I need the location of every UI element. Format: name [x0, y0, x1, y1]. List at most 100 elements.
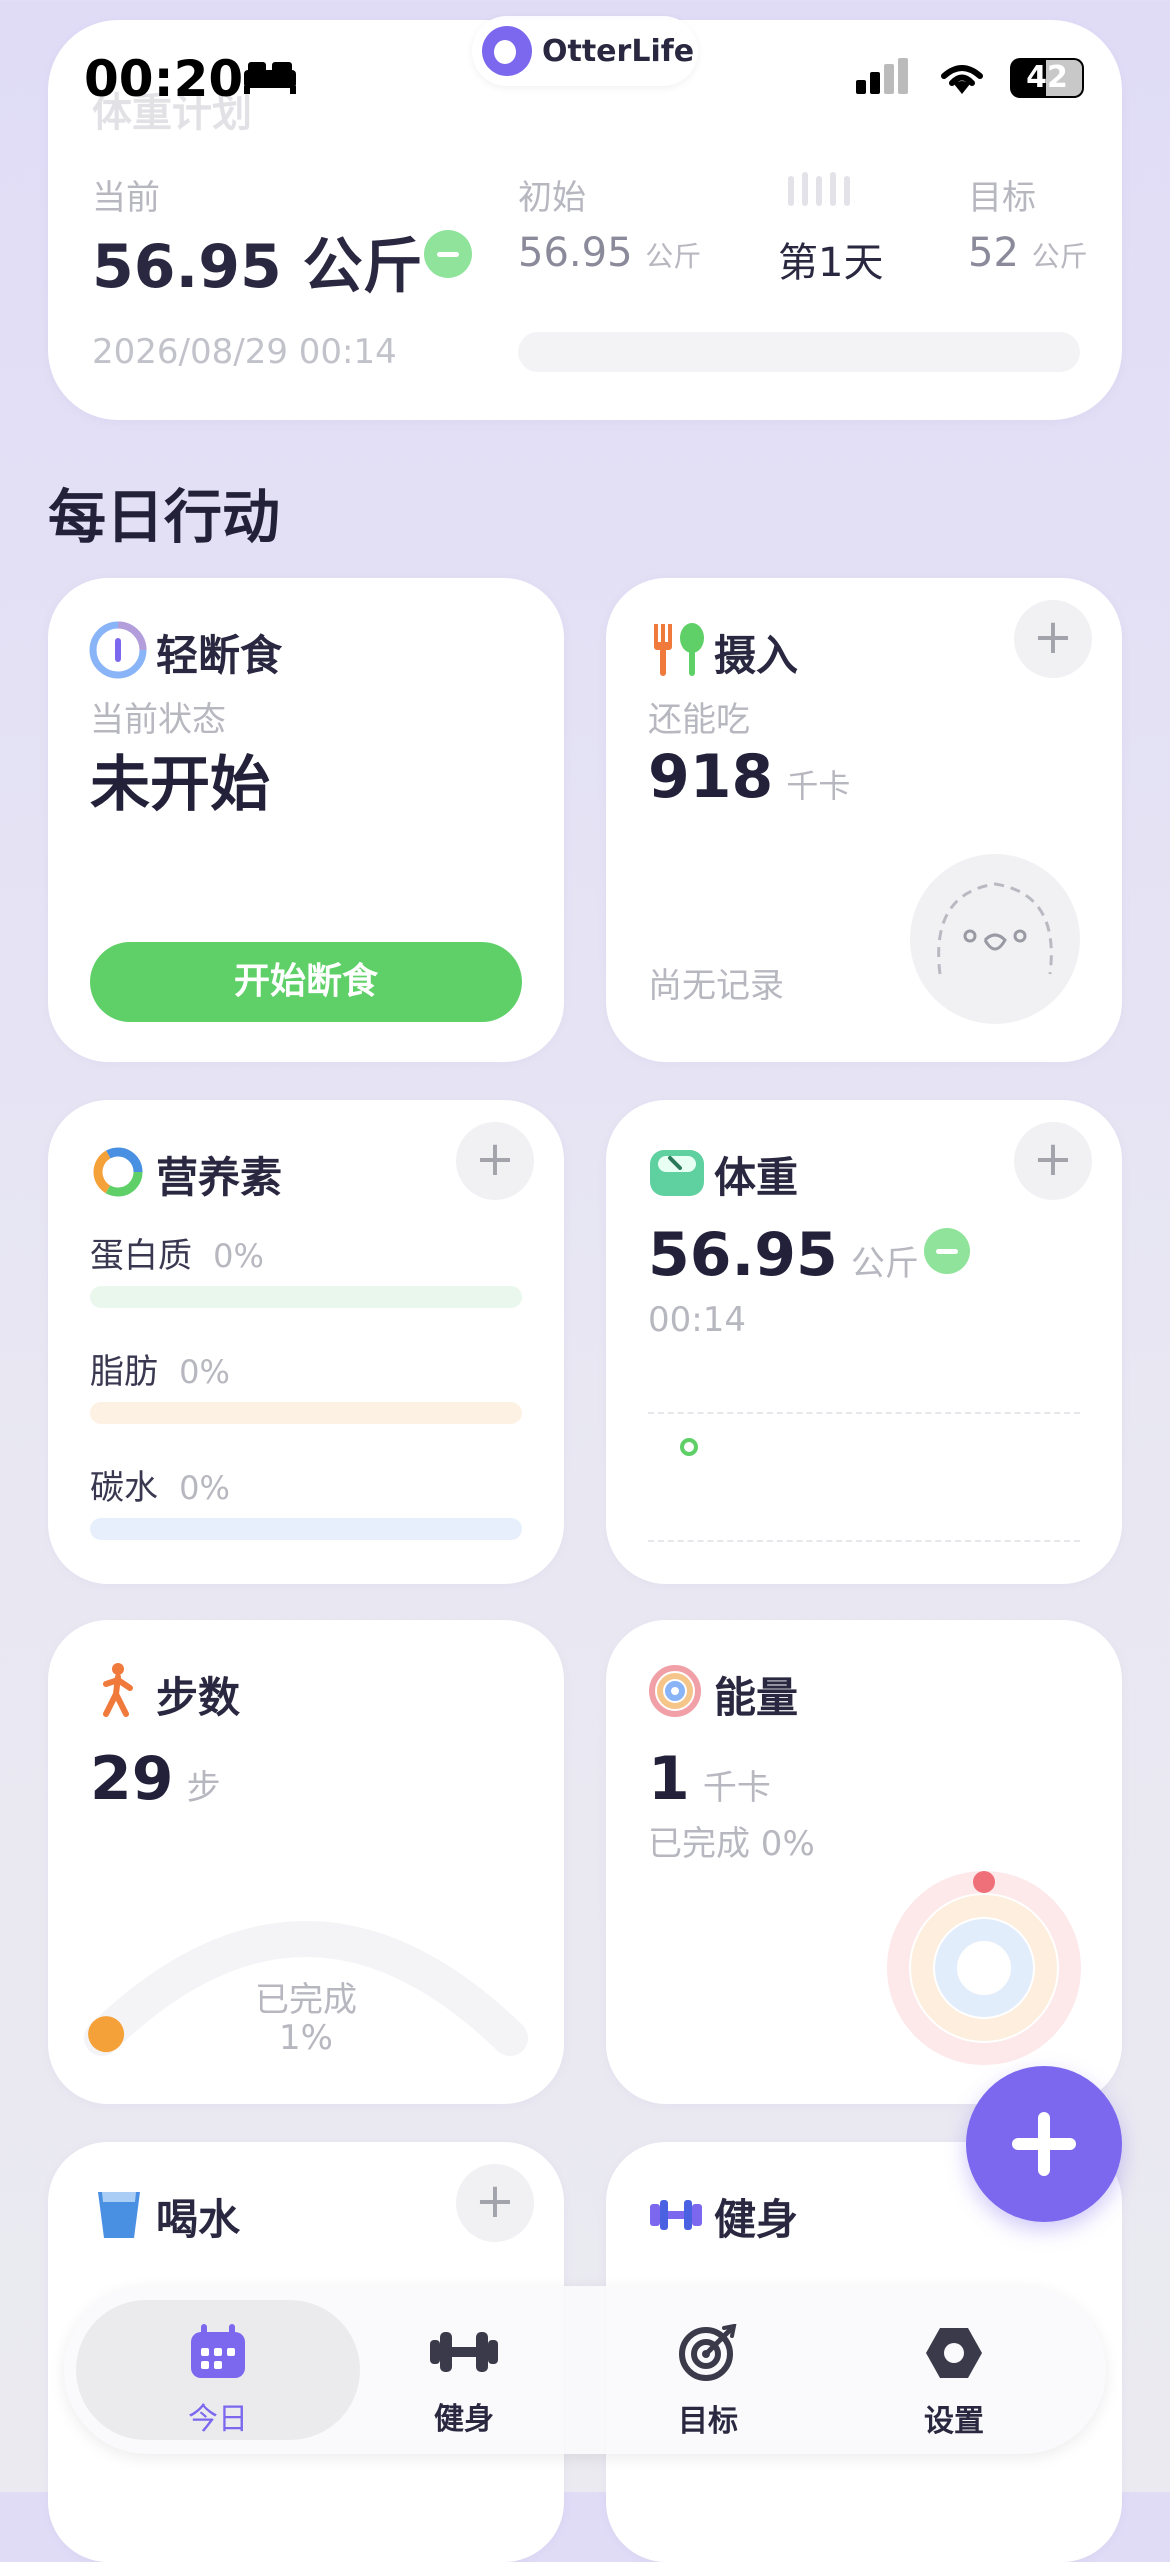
nav-item-settings[interactable]: 设置	[854, 2324, 1054, 2440]
walking-person-icon	[98, 1662, 138, 1722]
otter-logo-icon	[482, 26, 532, 76]
fasting-status-label: 当前状态	[90, 700, 226, 740]
energy-done-text: 已完成 0%	[648, 1824, 815, 1864]
nutrient-row-protein: 蛋白质 0%	[90, 1228, 264, 1277]
battery-icon: 42	[1010, 58, 1084, 98]
weight-value: 56.95	[648, 1220, 838, 1290]
plan-datetime: 2026/08/29 00:14	[92, 332, 397, 372]
initial-value: 56.95	[518, 230, 633, 276]
nav-item-today[interactable]: 今日	[118, 2324, 318, 2438]
nav-label: 设置	[924, 2404, 984, 2439]
fasting-card[interactable]: 轻断食 当前状态 未开始 开始断食	[48, 578, 564, 1062]
wifi-icon	[934, 58, 990, 102]
add-intake-button[interactable]: +	[1014, 600, 1092, 678]
status-time: 00:20	[84, 50, 244, 108]
minus-badge-icon	[424, 230, 472, 278]
fitness-title: 健身	[714, 2195, 799, 2244]
floating-add-button[interactable]	[966, 2066, 1122, 2222]
nav-item-goal[interactable]: 目标	[608, 2323, 808, 2440]
energy-ring-icon	[648, 1664, 702, 1722]
initial-weight: 56.95 公斤	[518, 230, 701, 276]
dumbbell-color-icon	[648, 2198, 704, 2236]
fork-spoon-icon	[648, 620, 708, 684]
energy-card[interactable]: 能量 1 千卡 已完成 0%	[606, 1620, 1122, 2104]
nutrient-percent: 0%	[179, 1353, 230, 1391]
nav-label: 今日	[188, 2402, 248, 2437]
bottom-nav: 今日 健身 目标 设置	[64, 2286, 1106, 2454]
fasting-status-value: 未开始	[90, 750, 270, 820]
app-name: OtterLife	[542, 34, 695, 69]
weight-unit: 公斤	[850, 1244, 919, 1284]
scale-icon	[648, 1144, 706, 1204]
nutrient-donut-icon	[90, 1144, 146, 1204]
weight-chart-point	[680, 1438, 698, 1456]
weight-chart-gridline-bottom	[648, 1540, 1080, 1542]
steps-value: 29	[90, 1744, 174, 1814]
add-nutrient-button[interactable]: +	[456, 1122, 534, 1200]
water-title: 喝水	[156, 2195, 241, 2244]
weight-chart-gridline-top	[648, 1412, 1080, 1414]
intake-title: 摄入	[714, 631, 799, 680]
intake-remain-label: 还能吃	[648, 700, 750, 740]
battery-level: 42	[1026, 60, 1068, 95]
day-bars-icon	[784, 172, 860, 212]
nutrient-percent: 0%	[179, 1469, 230, 1507]
steps-title: 步数	[156, 1673, 241, 1722]
start-fasting-button[interactable]: 开始断食	[90, 942, 522, 1022]
carbs-bar	[90, 1518, 522, 1540]
weight-title: 体重	[714, 1153, 799, 1202]
calendar-icon	[191, 2324, 245, 2378]
intake-value: 918	[648, 742, 774, 812]
empty-mascot-icon	[910, 854, 1080, 1024]
add-weight-button[interactable]: +	[1014, 1122, 1092, 1200]
settings-hex-icon	[926, 2328, 982, 2378]
weight-card[interactable]: 体重 + 56.95 公斤 00:14	[606, 1100, 1122, 1584]
day-count: 第1天	[778, 240, 884, 286]
water-cup-icon	[96, 2188, 142, 2246]
energy-rings-chart	[887, 1871, 1081, 2065]
app-badge[interactable]: OtterLife	[472, 16, 698, 86]
steps-unit: 步	[186, 1768, 221, 1808]
signal-icon	[856, 58, 916, 102]
plan-progress-track	[518, 332, 1080, 372]
initial-label: 初始	[518, 178, 586, 218]
steps-card[interactable]: 步数 29 步 已完成 1%	[48, 1620, 564, 2104]
nutrient-name: 脂肪	[90, 1352, 158, 1392]
current-weight: 56.95 公斤	[92, 232, 423, 302]
intake-card[interactable]: 摄入 + 还能吃 918 千卡 尚无记录	[606, 578, 1122, 1062]
fat-bar	[90, 1402, 522, 1424]
current-label: 当前	[92, 178, 160, 218]
bed-icon	[244, 60, 296, 98]
initial-unit: 公斤	[645, 240, 702, 273]
intake-empty-text: 尚无记录	[648, 966, 784, 1006]
nutrient-row-fat: 脂肪 0%	[90, 1344, 230, 1393]
energy-unit: 千卡	[702, 1768, 771, 1808]
nav-label: 健身	[434, 2402, 494, 2437]
section-title: 每日行动	[48, 483, 281, 551]
nav-label: 目标	[678, 2404, 738, 2439]
energy-value-row: 1 千卡	[648, 1744, 771, 1814]
nav-item-fitness[interactable]: 健身	[364, 2324, 564, 2438]
energy-title: 能量	[714, 1673, 799, 1722]
protein-bar	[90, 1286, 522, 1308]
steps-value-row: 29 步	[90, 1744, 221, 1814]
target-value: 52	[968, 230, 1019, 276]
steps-done-percent: 1%	[279, 2018, 333, 2058]
intake-unit: 千卡	[786, 767, 851, 805]
nutrients-card[interactable]: 营养素 + 蛋白质 0% 脂肪 0% 碳水 0%	[48, 1100, 564, 1584]
add-water-button[interactable]: +	[456, 2164, 534, 2242]
weight-minus-icon	[924, 1228, 970, 1274]
energy-ring-marker	[973, 1871, 995, 1893]
nutrient-name: 蛋白质	[90, 1236, 192, 1276]
nutrients-title: 营养素	[156, 1153, 283, 1202]
target-unit: 公斤	[1031, 240, 1088, 273]
target-icon	[679, 2323, 737, 2381]
dumbbell-icon	[430, 2332, 498, 2372]
target-label: 目标	[968, 178, 1036, 218]
nutrient-name: 碳水	[90, 1468, 158, 1508]
nutrient-percent: 0%	[213, 1237, 264, 1275]
weight-time: 00:14	[648, 1300, 746, 1340]
fasting-title: 轻断食	[156, 631, 283, 680]
energy-value: 1	[648, 1744, 690, 1814]
fasting-clock-icon	[88, 620, 148, 684]
